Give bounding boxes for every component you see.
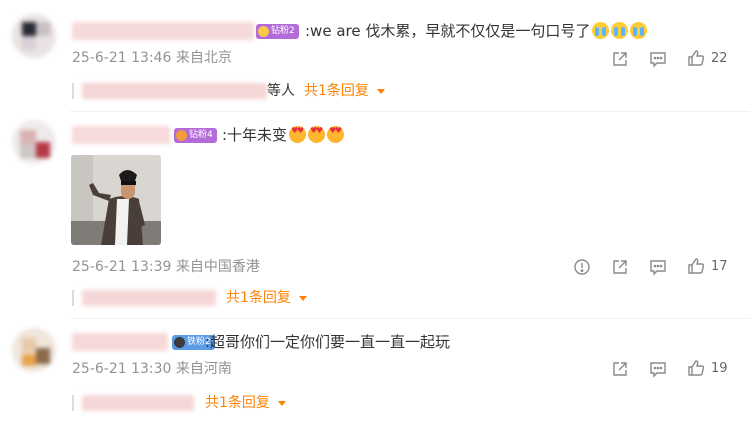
comment-text: :十年未变	[222, 125, 345, 145]
avatar[interactable]	[12, 328, 56, 372]
reply-divider	[72, 395, 74, 411]
username-redacted[interactable]	[72, 22, 254, 40]
love-face-icon	[289, 126, 307, 143]
reply-divider	[72, 83, 74, 99]
avatar[interactable]	[12, 14, 56, 58]
like-icon[interactable]	[687, 359, 705, 377]
comment-icon[interactable]	[649, 258, 667, 276]
cry-icon	[611, 22, 629, 39]
badge-icon	[174, 337, 185, 348]
username-redacted[interactable]	[72, 126, 170, 144]
badge-icon	[258, 26, 269, 37]
fan-badge: 钻粉2	[256, 24, 299, 39]
share-icon[interactable]	[611, 360, 629, 378]
view-replies-link[interactable]: 共1条回复	[304, 82, 385, 100]
divider	[70, 111, 750, 112]
report-icon[interactable]	[573, 258, 591, 276]
comment-meta: 25-6-21 13:30 来自河南	[72, 361, 232, 377]
comment-icon[interactable]	[649, 360, 667, 378]
view-replies-link[interactable]: 共1条回复	[226, 289, 307, 307]
reply-divider	[72, 290, 74, 306]
reply-preview-tail: 等人	[267, 83, 295, 99]
chevron-down-icon	[376, 88, 385, 94]
fan-badge: 钻粉4	[174, 128, 217, 143]
like-count: 19	[711, 361, 728, 376]
comment-meta: 25-6-21 13:46 来自北京	[72, 50, 232, 66]
cry-icon	[592, 22, 610, 39]
like-count: 17	[711, 259, 728, 274]
person-photo-icon	[71, 155, 161, 245]
reply-preview-redacted	[82, 83, 267, 99]
share-icon[interactable]	[611, 50, 629, 68]
view-replies-link[interactable]: 共1条回复	[205, 394, 286, 412]
like-icon[interactable]	[687, 257, 705, 275]
share-icon[interactable]	[611, 258, 629, 276]
comment-text: :超哥你们一定你们要一直一直一起玩	[205, 333, 451, 351]
comment-meta: 25-6-21 13:39 来自中国香港	[72, 259, 260, 275]
comment-text: :we are 伐木累，早就不仅仅是一句口号了	[305, 21, 648, 41]
chevron-down-icon	[277, 400, 286, 406]
love-face-icon	[327, 126, 345, 143]
like-count: 22	[711, 51, 728, 66]
divider	[70, 318, 750, 319]
cry-icon	[630, 22, 648, 39]
username-redacted[interactable]	[72, 333, 168, 351]
comment-icon[interactable]	[649, 50, 667, 68]
reply-preview-redacted	[82, 290, 216, 306]
love-face-icon	[308, 126, 326, 143]
like-icon[interactable]	[687, 49, 705, 67]
badge-icon	[176, 130, 187, 141]
chevron-down-icon	[298, 295, 307, 301]
avatar[interactable]	[12, 120, 56, 164]
reply-preview-redacted	[82, 395, 194, 411]
comment-image[interactable]	[71, 155, 161, 245]
